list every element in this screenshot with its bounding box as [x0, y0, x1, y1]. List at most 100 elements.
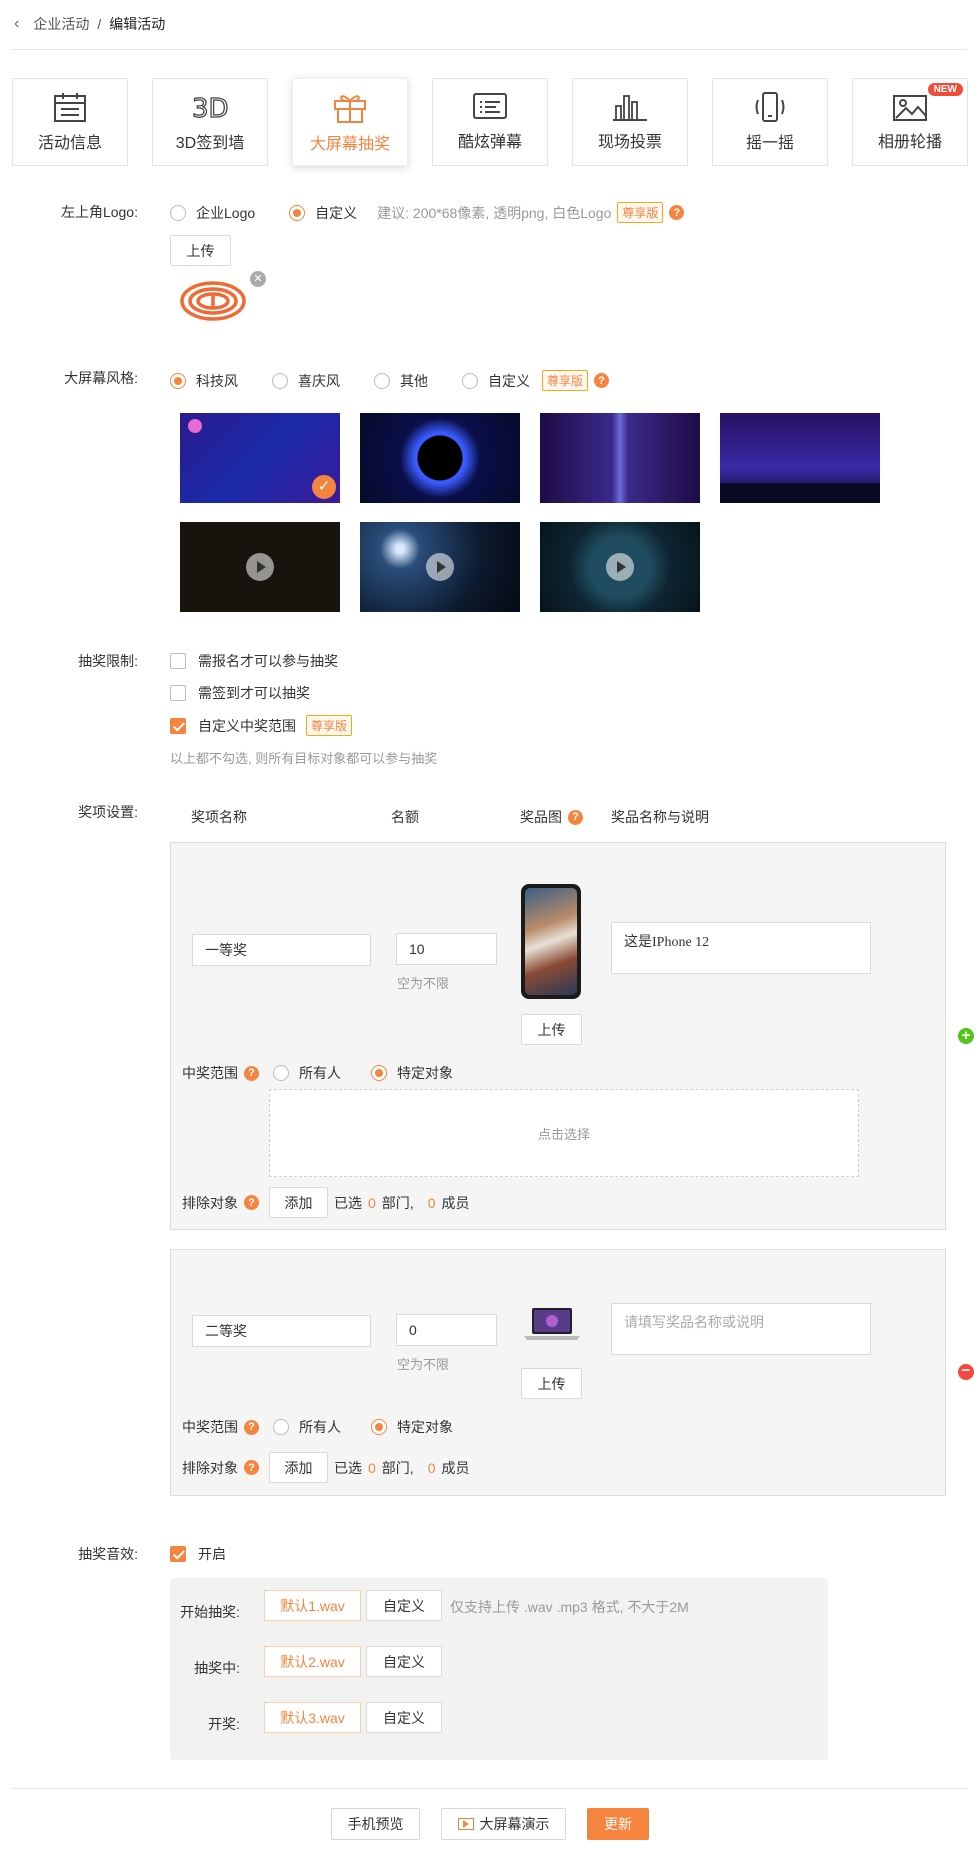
checkbox-require-signin[interactable]: 需签到才可以抽奖	[170, 683, 310, 703]
style-thumbnail-1[interactable]: ✓	[180, 413, 340, 503]
help-icon[interactable]: ?	[594, 373, 610, 388]
remove-prize-icon[interactable]: −	[958, 1363, 974, 1380]
play-icon[interactable]	[426, 553, 454, 581]
help-icon[interactable]: ?	[244, 1419, 259, 1435]
radio-custom-logo[interactable]: 自定义	[289, 203, 357, 223]
sound-start-file[interactable]: 默认1.wav	[264, 1590, 361, 1621]
tab-3d-signin[interactable]: 3D 3D签到墙	[152, 78, 268, 166]
prize-desc-textarea[interactable]: 这是IPhone 12	[611, 922, 871, 974]
sound-enable: 开启	[170, 1544, 226, 1566]
checkbox-custom-scope[interactable]: 自定义中奖范围	[170, 716, 296, 736]
tab-label: 活动信息	[37, 135, 102, 152]
radio-scope-all[interactable]: 所有人	[273, 1417, 341, 1437]
video-thumbnail-2[interactable]	[360, 522, 520, 612]
selected-label: 已选	[334, 1459, 362, 1476]
help-icon[interactable]: ?	[244, 1195, 259, 1210]
big-screen-demo-button[interactable]: 大屏幕演示	[441, 1808, 566, 1840]
prize-desc-textarea[interactable]: 请填写奖品名称或说明	[611, 1303, 871, 1355]
play-icon[interactable]	[246, 553, 274, 581]
new-badge: NEW	[927, 83, 963, 96]
back-icon[interactable]: ‹	[14, 15, 19, 33]
tab-label: 大屏幕抽奖	[309, 136, 390, 153]
update-button[interactable]: 更新	[587, 1808, 649, 1840]
breadcrumb-parent[interactable]: 企业活动	[33, 14, 89, 34]
sound-reveal-custom-button[interactable]: 自定义	[366, 1702, 442, 1733]
video-thumbnail-1[interactable]	[180, 522, 340, 612]
play-icon[interactable]	[606, 553, 634, 581]
style-thumbnail-4[interactable]	[720, 413, 880, 503]
sound-during-custom-button[interactable]: 自定义	[366, 1646, 442, 1677]
prize-name-input[interactable]: 一等奖	[192, 934, 371, 966]
tab-vote[interactable]: 现场投票	[572, 78, 688, 166]
premium-tag: 尊享版	[306, 715, 353, 736]
planet-decor	[188, 419, 202, 433]
radio-circle	[374, 372, 390, 389]
tab-big-screen-lottery[interactable]: 大屏幕抽奖	[292, 78, 408, 166]
tab-danmu[interactable]: 酷炫弹幕	[432, 78, 548, 166]
sound-reveal-file[interactable]: 默认3.wav	[264, 1702, 361, 1733]
sound-start-custom-button[interactable]: 自定义	[366, 1590, 442, 1621]
radio-scope-all[interactable]: 所有人	[273, 1063, 341, 1083]
radio-scope-specific[interactable]: 特定对象	[371, 1417, 453, 1437]
tab-album[interactable]: NEW 相册轮播	[852, 78, 968, 166]
checkbox-label: 需签到才可以抽奖	[198, 685, 310, 701]
radio-custom-style[interactable]: 自定义	[462, 371, 530, 391]
city-silhouette	[720, 483, 880, 503]
radio-festive-style[interactable]: 喜庆风	[272, 371, 340, 391]
remove-logo-icon[interactable]: ✕	[250, 271, 266, 287]
prize-image-upload-button[interactable]: 上传	[521, 1014, 582, 1045]
phone-screen	[525, 888, 577, 995]
sound-during-file[interactable]: 默认2.wav	[264, 1646, 361, 1677]
exclude-row: 排除对象? 添加 已选 0 部门, 0 成员	[182, 1452, 469, 1483]
radio-circle	[371, 1419, 387, 1435]
radio-scope-specific[interactable]: 特定对象	[371, 1063, 453, 1083]
scope-row: 中奖范围? 所有人 特定对象	[182, 1063, 453, 1083]
tab-shake[interactable]: 摇一摇	[712, 78, 828, 166]
help-icon[interactable]: ?	[244, 1065, 259, 1081]
prize-count-input[interactable]: 10	[396, 933, 497, 965]
checkbox-label: 开启	[198, 1546, 226, 1562]
exclude-label: 排除对象	[182, 1194, 238, 1211]
radio-label: 所有人	[299, 1419, 341, 1435]
sound-start-label: 开始抽奖:	[180, 1604, 240, 1620]
tab-activity-info[interactable]: 活动信息	[12, 78, 128, 166]
radio-circle	[170, 204, 186, 221]
style-thumbnail-2[interactable]	[360, 413, 520, 503]
add-prize-icon[interactable]: +	[958, 1028, 974, 1044]
checkbox-require-register[interactable]: 需报名才可以参与抽奖	[170, 651, 338, 671]
demo-label: 大屏幕演示	[479, 1816, 550, 1832]
calendar-icon	[54, 93, 86, 122]
style-thumbnail-3[interactable]	[540, 413, 700, 503]
video-thumbnail-3[interactable]	[540, 522, 700, 612]
help-icon[interactable]: ?	[244, 1460, 259, 1475]
radio-circle	[371, 1065, 387, 1081]
logo-upload-button[interactable]: 上传	[170, 235, 231, 266]
prize-count-input[interactable]: 0	[396, 1314, 497, 1346]
divider	[12, 49, 967, 50]
checkbox-box	[170, 1546, 186, 1562]
tab-label: 现场投票	[597, 134, 662, 151]
checkbox-box	[170, 685, 186, 701]
mobile-preview-button[interactable]: 手机预览	[331, 1808, 420, 1840]
radio-tech-style[interactable]: 科技风	[170, 371, 238, 391]
help-icon[interactable]: ?	[568, 809, 583, 825]
breadcrumb-sep: /	[97, 16, 102, 32]
checkbox-box	[170, 653, 186, 669]
col-count: 名额	[391, 809, 419, 825]
radio-other-style[interactable]: 其他	[374, 371, 428, 391]
prize-image-upload-button[interactable]: 上传	[521, 1368, 582, 1399]
target-picker[interactable]: 点击选择	[269, 1089, 859, 1177]
checkbox-sound-enable[interactable]: 开启	[170, 1544, 226, 1564]
sound-reveal-label: 开奖:	[208, 1716, 240, 1732]
member-label: 成员	[441, 1194, 470, 1211]
member-count: 0	[427, 1459, 436, 1476]
photo-icon	[893, 95, 927, 121]
exclude-add-button[interactable]: 添加	[269, 1452, 328, 1483]
prize-name-input[interactable]: 二等奖	[192, 1315, 371, 1347]
col-desc: 奖品名称与说明	[611, 809, 709, 825]
help-icon[interactable]: ?	[669, 205, 685, 220]
tab-label: 相册轮播	[877, 134, 942, 151]
radio-circle	[273, 1419, 289, 1435]
radio-company-logo[interactable]: 企业Logo	[170, 203, 255, 223]
exclude-add-button[interactable]: 添加	[269, 1187, 328, 1218]
